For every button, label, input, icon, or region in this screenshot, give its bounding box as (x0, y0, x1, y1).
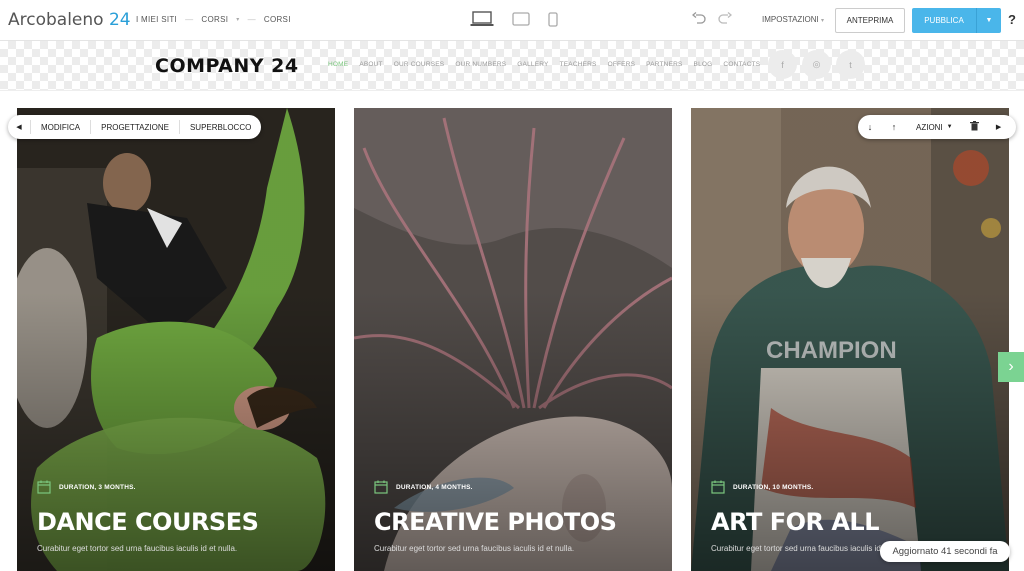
site-logo[interactable]: COMPANY 24 (155, 55, 299, 77)
chevron-down-icon[interactable]: ▾ (236, 16, 239, 23)
breadcrumb-item-page[interactable]: CORSI (264, 15, 291, 24)
facebook-icon[interactable]: f (768, 50, 797, 79)
card-description: Curabitur eget tortor sed urna faucibus … (37, 544, 238, 553)
card-overlay (17, 108, 335, 571)
superblock-button[interactable]: SUPERBLOCCO (178, 120, 261, 134)
card-title[interactable]: ART FOR ALL (711, 508, 880, 536)
breadcrumb-item-sites[interactable]: I MIEI SITI (136, 15, 177, 24)
card-title[interactable]: CREATIVE PHOTOS (374, 508, 617, 536)
card-meta: DURATION, 3 MONTHS. (37, 480, 136, 494)
chevron-right-icon[interactable]: ▶ (987, 123, 1011, 131)
history-controls (692, 12, 732, 24)
chevron-down-icon: ▼ (946, 124, 953, 130)
desktop-icon[interactable] (470, 11, 494, 27)
nav-item-about[interactable]: ABOUT (359, 61, 382, 68)
nav-item-blog[interactable]: BLOG (694, 61, 713, 68)
chevron-down-icon[interactable]: ▼ (976, 8, 1001, 33)
undo-icon[interactable] (692, 12, 706, 24)
last-saved-toast: Aggiornato 41 secondi fa (880, 541, 1010, 562)
publish-button-group: PUBBLICA ▼ (912, 8, 1001, 33)
trash-icon[interactable] (963, 121, 987, 133)
calendar-icon (37, 480, 51, 494)
nav-item-teachers[interactable]: TEACHERS (560, 61, 597, 68)
twitter-icon[interactable]: t (836, 50, 865, 79)
design-button[interactable]: PROGETTAZIONE (90, 120, 179, 134)
card-title[interactable]: DANCE COURSES (37, 508, 259, 536)
move-down-icon[interactable]: ↓ (858, 122, 882, 132)
preview-button[interactable]: ANTEPRIMA (835, 8, 905, 33)
nav-item-partners[interactable]: PARTNERS (646, 61, 682, 68)
card-overlay (354, 108, 672, 571)
calendar-icon (711, 480, 725, 494)
block-actions-toolbar: ↓ ↑ AZIONI ▼ ▶ (858, 115, 1016, 139)
calendar-icon (374, 480, 388, 494)
settings-label: IMPOSTAZIONI (762, 15, 819, 24)
card-meta: DURATION, 10 MONTHS. (711, 480, 813, 494)
actions-label: AZIONI (916, 122, 943, 132)
chevron-left-icon[interactable]: ◀ (8, 123, 30, 131)
tablet-icon[interactable] (512, 12, 530, 26)
nav-item-offers[interactable]: OFFERS (608, 61, 636, 68)
carousel-next-button[interactable]: › (998, 352, 1024, 382)
redo-icon[interactable] (718, 12, 732, 24)
breadcrumb-separator: — (185, 15, 194, 24)
editor-topbar: Arcobaleno 24 I MIEI SITI — CORSI ▾ — CO… (0, 0, 1024, 41)
site-nav: HOME ABOUT OUR COURSES OUR NUMBERS GALLE… (328, 61, 760, 68)
card-description: Curabitur eget tortor sed urna faucibus … (374, 544, 575, 553)
edit-button[interactable]: MODIFICA (30, 120, 90, 134)
nav-item-home[interactable]: HOME (328, 61, 348, 68)
publish-button[interactable]: PUBBLICA (912, 16, 976, 25)
brand-number: 24 (108, 10, 131, 30)
header-divider (0, 90, 1024, 91)
settings-menu[interactable]: IMPOSTAZIONI ▾ (762, 15, 824, 24)
block-edit-toolbar: ◀ MODIFICA PROGETTAZIONE SUPERBLOCCO (8, 115, 262, 139)
nav-item-our-courses[interactable]: OUR COURSES (394, 61, 445, 68)
chevron-down-icon: ▾ (820, 18, 824, 24)
help-button[interactable]: ? (1008, 12, 1016, 27)
nav-item-gallery[interactable]: GALLERY (517, 61, 548, 68)
breadcrumb: I MIEI SITI — CORSI ▾ — CORSI (136, 15, 291, 24)
chevron-right-icon: › (1008, 358, 1014, 375)
instagram-icon[interactable]: ◎ (802, 50, 831, 79)
card-duration: DURATION, 4 MONTHS. (396, 483, 473, 491)
course-card-art[interactable]: CHAMPION DURATION, 10 MONTHS. ART FOR AL… (691, 108, 1009, 571)
move-up-icon[interactable]: ↑ (882, 122, 906, 132)
brand-name: Arcobaleno (8, 10, 104, 30)
mobile-icon[interactable] (548, 11, 558, 27)
card-overlay (691, 108, 1009, 571)
nav-item-our-numbers[interactable]: OUR NUMBERS (455, 61, 506, 68)
actions-menu[interactable]: AZIONI ▼ (906, 123, 963, 132)
site-header: COMPANY 24 HOME ABOUT OUR COURSES OUR NU… (0, 41, 1024, 90)
card-meta: DURATION, 4 MONTHS. (374, 480, 473, 494)
card-duration: DURATION, 10 MONTHS. (733, 483, 814, 491)
card-duration: DURATION, 3 MONTHS. (59, 483, 136, 491)
social-links: f ◎ t (768, 50, 865, 79)
breadcrumb-item-courses[interactable]: CORSI (201, 15, 228, 24)
course-card-dance[interactable]: DURATION, 3 MONTHS. DANCE COURSES Curabi… (17, 108, 335, 571)
device-switcher (470, 11, 558, 27)
breadcrumb-separator: — (247, 15, 256, 24)
course-card-photos[interactable]: DURATION, 4 MONTHS. CREATIVE PHOTOS Cura… (354, 108, 672, 571)
nav-item-contacts[interactable]: CONTACTS (723, 61, 760, 68)
brand-logo[interactable]: Arcobaleno 24 (8, 10, 131, 30)
